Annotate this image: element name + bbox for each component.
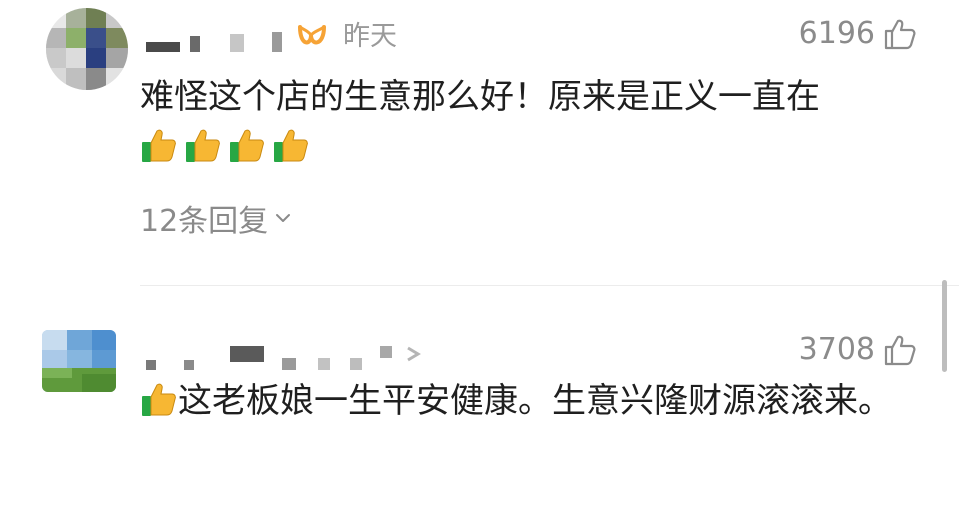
avatar-mosaic bbox=[42, 330, 116, 392]
thumbs-up-emoji bbox=[142, 383, 176, 416]
avatar-mosaic bbox=[46, 8, 128, 90]
comment-text: 难怪这个店的生意那么好！原来是正义一直在 bbox=[140, 77, 820, 117]
view-replies-button[interactable]: 12条回复 bbox=[140, 196, 292, 240]
like-control[interactable]: 6196 bbox=[799, 16, 917, 51]
username-blurred[interactable] bbox=[146, 342, 436, 372]
avatar[interactable] bbox=[42, 330, 116, 392]
comment-text: 这老板娘一生平安健康。生意兴隆财源滚滚来。 bbox=[140, 374, 919, 428]
thumbs-up-emoji bbox=[230, 129, 264, 162]
thumbs-up-outline-icon[interactable] bbox=[883, 333, 917, 367]
thumbs-up-emoji bbox=[142, 129, 176, 162]
chevron-down-icon bbox=[276, 214, 291, 222]
like-count: 3708 bbox=[798, 332, 875, 367]
avatar[interactable] bbox=[46, 8, 128, 90]
comment-time: 昨天 bbox=[343, 21, 397, 52]
vip-badge-icon bbox=[298, 25, 326, 45]
username-blurred[interactable] bbox=[146, 24, 291, 54]
comment-text-content: 这老板娘一生平安健康。生意兴隆财源滚滚来。 bbox=[178, 381, 892, 421]
replies-label: 12条回复 bbox=[140, 204, 269, 239]
comment-divider bbox=[140, 285, 959, 286]
like-control[interactable]: 3708 bbox=[799, 332, 917, 367]
like-count: 6196 bbox=[798, 16, 875, 51]
thumbs-up-outline-icon[interactable] bbox=[883, 17, 917, 51]
thumbs-up-emoji bbox=[186, 129, 220, 162]
comment-item: 3708 这老板娘一生平安健康。生意兴隆财源滚滚来。 bbox=[0, 290, 959, 506]
thumbs-up-emoji bbox=[274, 129, 308, 162]
emoji-row bbox=[140, 126, 310, 164]
comment-item: 昨天 6196 难怪这个店的生意那么好！原来是正义一直在 12条回复 bbox=[0, 0, 959, 275]
